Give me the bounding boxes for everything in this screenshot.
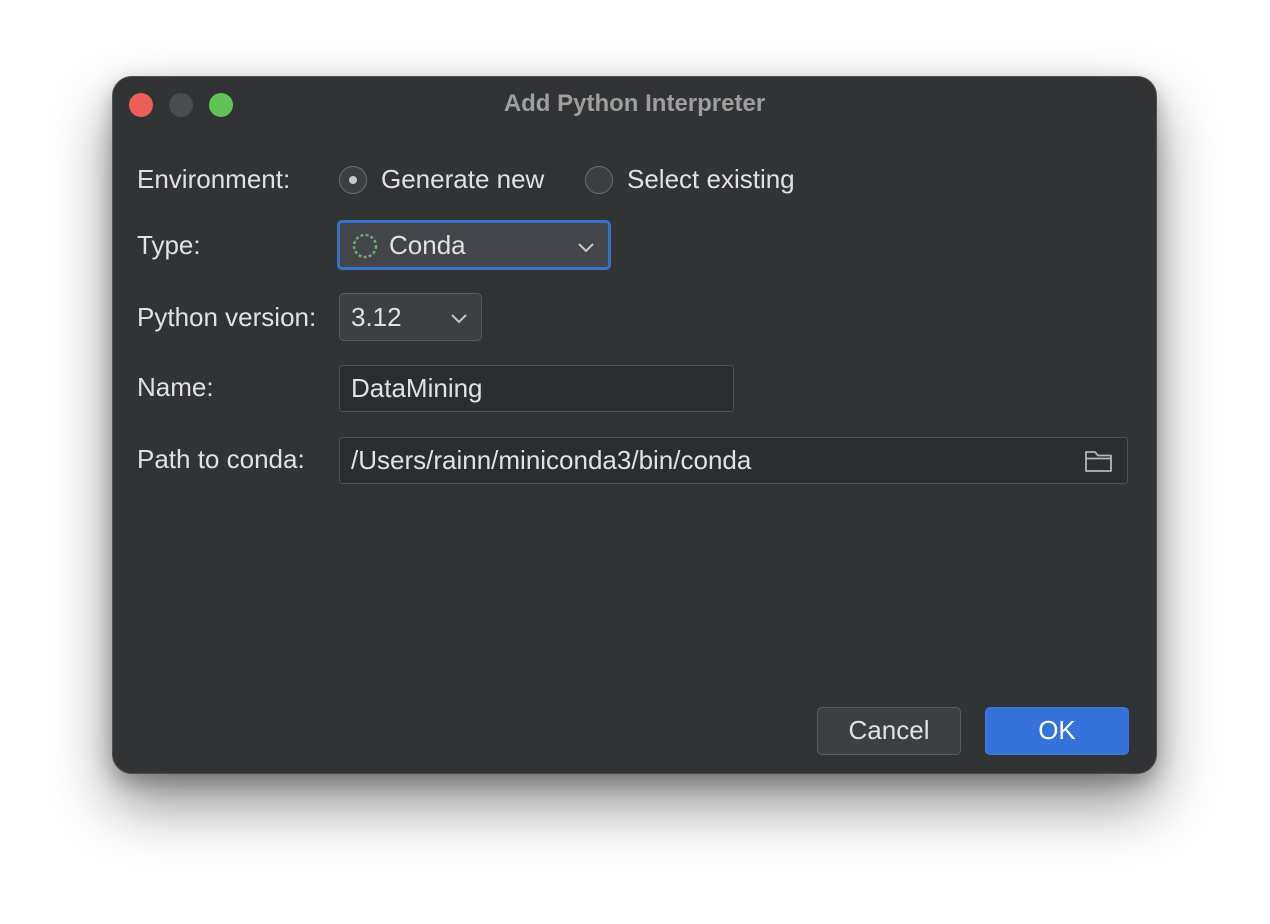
select-existing-label[interactable]: Select existing [627, 163, 795, 195]
python-version-label: Python version: [137, 302, 317, 332]
generate-new-radio[interactable] [339, 166, 367, 194]
radio-selected-dot [349, 176, 357, 184]
cancel-button[interactable]: Cancel [817, 707, 961, 755]
select-existing-radio[interactable] [585, 166, 613, 194]
type-dropdown[interactable]: Conda [337, 220, 611, 270]
ok-button[interactable]: OK [985, 707, 1129, 755]
chevron-down-icon [451, 314, 467, 324]
type-label: Type: [137, 230, 201, 260]
name-input-value: DataMining [351, 373, 483, 403]
path-to-conda-value: /Users/rainn/miniconda3/bin/conda [351, 445, 752, 475]
chevron-down-icon [578, 243, 594, 253]
conda-icon [352, 233, 378, 259]
generate-new-label[interactable]: Generate new [381, 163, 544, 195]
python-version-dropdown[interactable]: 3.12 [339, 293, 482, 341]
add-python-interpreter-dialog: Add Python Interpreter Environment: Gene… [112, 76, 1157, 774]
name-input[interactable]: DataMining [339, 365, 734, 412]
environment-label: Environment: [137, 164, 291, 194]
name-label: Name: [137, 372, 214, 402]
dialog-title: Add Python Interpreter [503, 90, 766, 117]
python-version-value: 3.12 [351, 302, 402, 332]
type-dropdown-value: Conda [389, 230, 466, 260]
folder-icon[interactable] [1084, 448, 1114, 474]
path-to-conda-input[interactable]: /Users/rainn/miniconda3/bin/conda [339, 437, 1128, 484]
path-to-conda-label: Path to conda: [137, 444, 305, 474]
